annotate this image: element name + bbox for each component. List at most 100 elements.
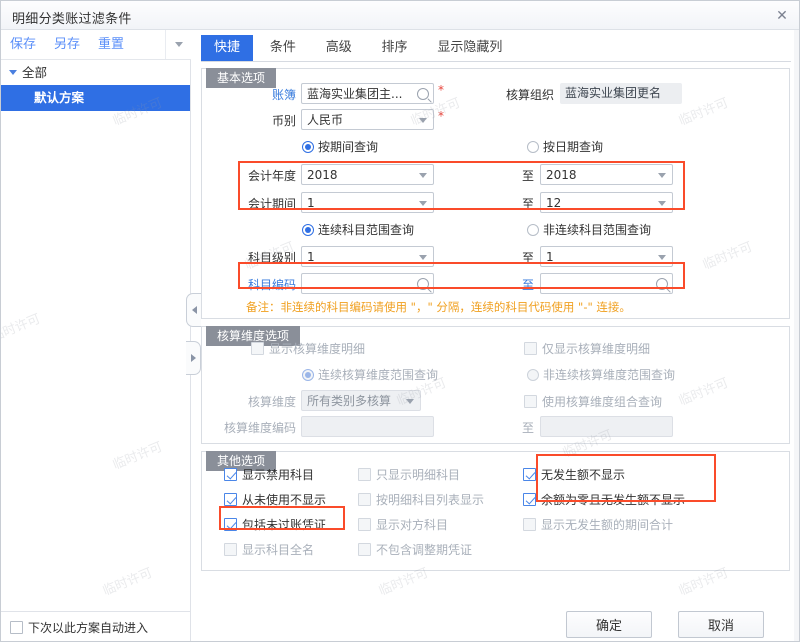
search-icon[interactable] <box>654 276 669 292</box>
fiscal-period-to-field[interactable]: 12 <box>540 192 673 213</box>
currency-field[interactable]: 人民币 <box>301 109 434 130</box>
search-icon[interactable] <box>415 86 430 102</box>
checkbox-show-full-account-name[interactable]: 显示科目全名 <box>224 541 314 558</box>
close-icon[interactable]: ✕ <box>771 5 793 26</box>
tree-root-label: 全部 <box>22 65 47 80</box>
chevron-down-icon[interactable] <box>415 167 430 183</box>
checkbox-box <box>523 493 536 506</box>
radio-continuous-dimension-range[interactable]: 连续核算维度范围查询 <box>302 366 438 383</box>
book-required-mark: * <box>438 83 444 97</box>
dimension-field[interactable]: 所有类别多核算 <box>301 390 421 411</box>
fiscal-period-from-field[interactable]: 1 <box>301 192 434 213</box>
chevron-down-icon[interactable] <box>654 167 669 183</box>
checkbox-hide-no-amount[interactable]: 无发生额不显示 <box>523 466 625 483</box>
tab-advanced[interactable]: 高级 <box>313 35 365 61</box>
account-level-to-field[interactable]: 1 <box>540 246 673 267</box>
radio-dot <box>302 141 314 153</box>
checkbox-show-by-detail-list-label: 按明细科目列表显示 <box>376 493 484 507</box>
arrow-right-icon <box>191 354 196 362</box>
checkbox-exclude-adjustment-vouchers-label: 不包含调整期凭证 <box>376 543 472 557</box>
chevron-down-icon[interactable] <box>415 112 430 128</box>
account-code-from-field[interactable] <box>301 273 434 294</box>
account-code-to-field[interactable] <box>540 273 673 294</box>
panel-collapse-handle[interactable] <box>186 293 201 327</box>
dimension-code-from-field[interactable] <box>301 416 434 437</box>
book-value: 蓝海实业集团主... <box>307 86 413 103</box>
chevron-down-icon[interactable] <box>415 249 430 265</box>
dimension-code-label: 核算维度编码 <box>210 419 296 436</box>
checkbox-box <box>524 395 537 408</box>
scheme-panel: 保存 另存 重置 全部 默认方案 下次以此方案自动进入 <box>1 30 191 642</box>
checkbox-hide-zero-balance-no-amount-label: 余额为零且无发生额不显示 <box>541 493 685 507</box>
chevron-down-icon[interactable] <box>654 249 669 265</box>
radio-dot <box>527 141 539 153</box>
tab-conditions[interactable]: 条件 <box>257 35 309 61</box>
checkbox-box <box>524 342 537 355</box>
save-button[interactable]: 保存 <box>1 31 45 59</box>
vertical-scrollbar[interactable] <box>794 30 799 642</box>
chevron-down-icon[interactable] <box>654 195 669 211</box>
radio-query-by-date-label: 按日期查询 <box>543 140 603 154</box>
account-level-to-value: 1 <box>546 249 652 266</box>
checkbox-show-period-total-no-amount[interactable]: 显示无发生额的期间合计 <box>523 516 673 533</box>
chevron-down-icon[interactable] <box>415 195 430 211</box>
checkbox-show-dimension-detail[interactable]: 显示核算维度明细 <box>251 340 365 357</box>
radio-noncontinuous-account-range[interactable]: 非连续科目范围查询 <box>527 221 651 238</box>
radio-noncontinuous-dimension-range[interactable]: 非连续核算维度范围查询 <box>527 366 675 383</box>
auto-enter-label: 下次以此方案自动进入 <box>28 621 148 635</box>
book-field[interactable]: 蓝海实业集团主... <box>301 83 434 104</box>
checkbox-show-dimension-detail-label: 显示核算维度明细 <box>269 342 365 356</box>
checkbox-use-dimension-combo[interactable]: 使用核算维度组合查询 <box>524 393 662 410</box>
checkbox-only-detail-accounts[interactable]: 只显示明细科目 <box>358 466 460 483</box>
checkbox-show-by-detail-list[interactable]: 按明细科目列表显示 <box>358 491 484 508</box>
tab-quick[interactable]: 快捷 <box>201 35 253 61</box>
tab-show-hide-columns[interactable]: 显示隐藏列 <box>424 35 515 61</box>
filter-dialog: 明细分类账过滤条件 ✕ 保存 另存 重置 全部 默认方案 下次以此方案自动进入 <box>0 0 800 642</box>
checkbox-hide-no-amount-label: 无发生额不显示 <box>541 468 625 482</box>
checkbox-exclude-adjustment-vouchers[interactable]: 不包含调整期凭证 <box>358 541 472 558</box>
checkbox-box <box>358 518 371 531</box>
radio-continuous-account-range[interactable]: 连续科目范围查询 <box>302 221 414 238</box>
checkbox-show-counterpart-account[interactable]: 显示对方科目 <box>358 516 448 533</box>
save-as-button[interactable]: 另存 <box>45 31 89 59</box>
tab-sort[interactable]: 排序 <box>369 35 421 61</box>
book-label: 账簿 <box>244 86 296 103</box>
fiscal-period-to-value: 12 <box>546 195 652 212</box>
radio-query-by-date[interactable]: 按日期查询 <box>527 138 603 155</box>
panel-expand-handle[interactable] <box>186 341 201 375</box>
checkbox-box <box>358 493 371 506</box>
fiscal-year-to-field[interactable]: 2018 <box>540 164 673 185</box>
ok-button[interactable]: 确定 <box>566 611 652 638</box>
radio-dot <box>302 224 314 236</box>
org-label: 核算组织 <box>492 86 554 103</box>
checkbox-only-detail-accounts-label: 只显示明细科目 <box>376 468 460 482</box>
search-icon[interactable] <box>415 276 430 292</box>
list-item[interactable]: 默认方案 <box>1 85 190 111</box>
page-title: 明细分类账过滤条件 <box>12 8 132 27</box>
checkbox-show-disabled-accounts[interactable]: 显示禁用科目 <box>224 466 314 483</box>
checkbox-show-disabled-accounts-label: 显示禁用科目 <box>242 468 314 482</box>
scheme-toolbar: 保存 另存 重置 <box>1 30 191 60</box>
checkbox-only-show-dimension-detail[interactable]: 仅显示核算维度明细 <box>524 340 650 357</box>
checkbox-box <box>224 468 237 481</box>
dimension-value: 所有类别多核算 <box>307 393 400 410</box>
other-options-group: 其他选项 显示禁用科目 从未使用不显示 包括未过账凭证 显示科目全名 只显示明细… <box>201 451 790 571</box>
checkbox-hide-never-used[interactable]: 从未使用不显示 <box>224 491 326 508</box>
checkbox-hide-never-used-label: 从未使用不显示 <box>242 493 326 507</box>
radio-query-by-period[interactable]: 按期间查询 <box>302 138 378 155</box>
fiscal-year-from-field[interactable]: 2018 <box>301 164 434 185</box>
auto-enter-checkbox[interactable]: 下次以此方案自动进入 <box>10 619 148 636</box>
reset-button[interactable]: 重置 <box>89 31 133 59</box>
cancel-button[interactable]: 取消 <box>678 611 764 638</box>
checkbox-include-unposted-vouchers[interactable]: 包括未过账凭证 <box>224 516 326 533</box>
radio-dot <box>527 224 539 236</box>
checkbox-box <box>224 543 237 556</box>
dimension-code-to-field[interactable] <box>540 416 673 437</box>
fiscal-period-from-value: 1 <box>307 195 413 212</box>
chevron-down-icon[interactable] <box>402 393 417 409</box>
chevron-down-icon[interactable] <box>165 30 191 59</box>
checkbox-hide-zero-balance-no-amount[interactable]: 余额为零且无发生额不显示 <box>523 491 685 508</box>
tree-root-all[interactable]: 全部 <box>1 61 190 85</box>
fiscal-year-to-label: 至 <box>518 167 534 184</box>
account-level-from-field[interactable]: 1 <box>301 246 434 267</box>
